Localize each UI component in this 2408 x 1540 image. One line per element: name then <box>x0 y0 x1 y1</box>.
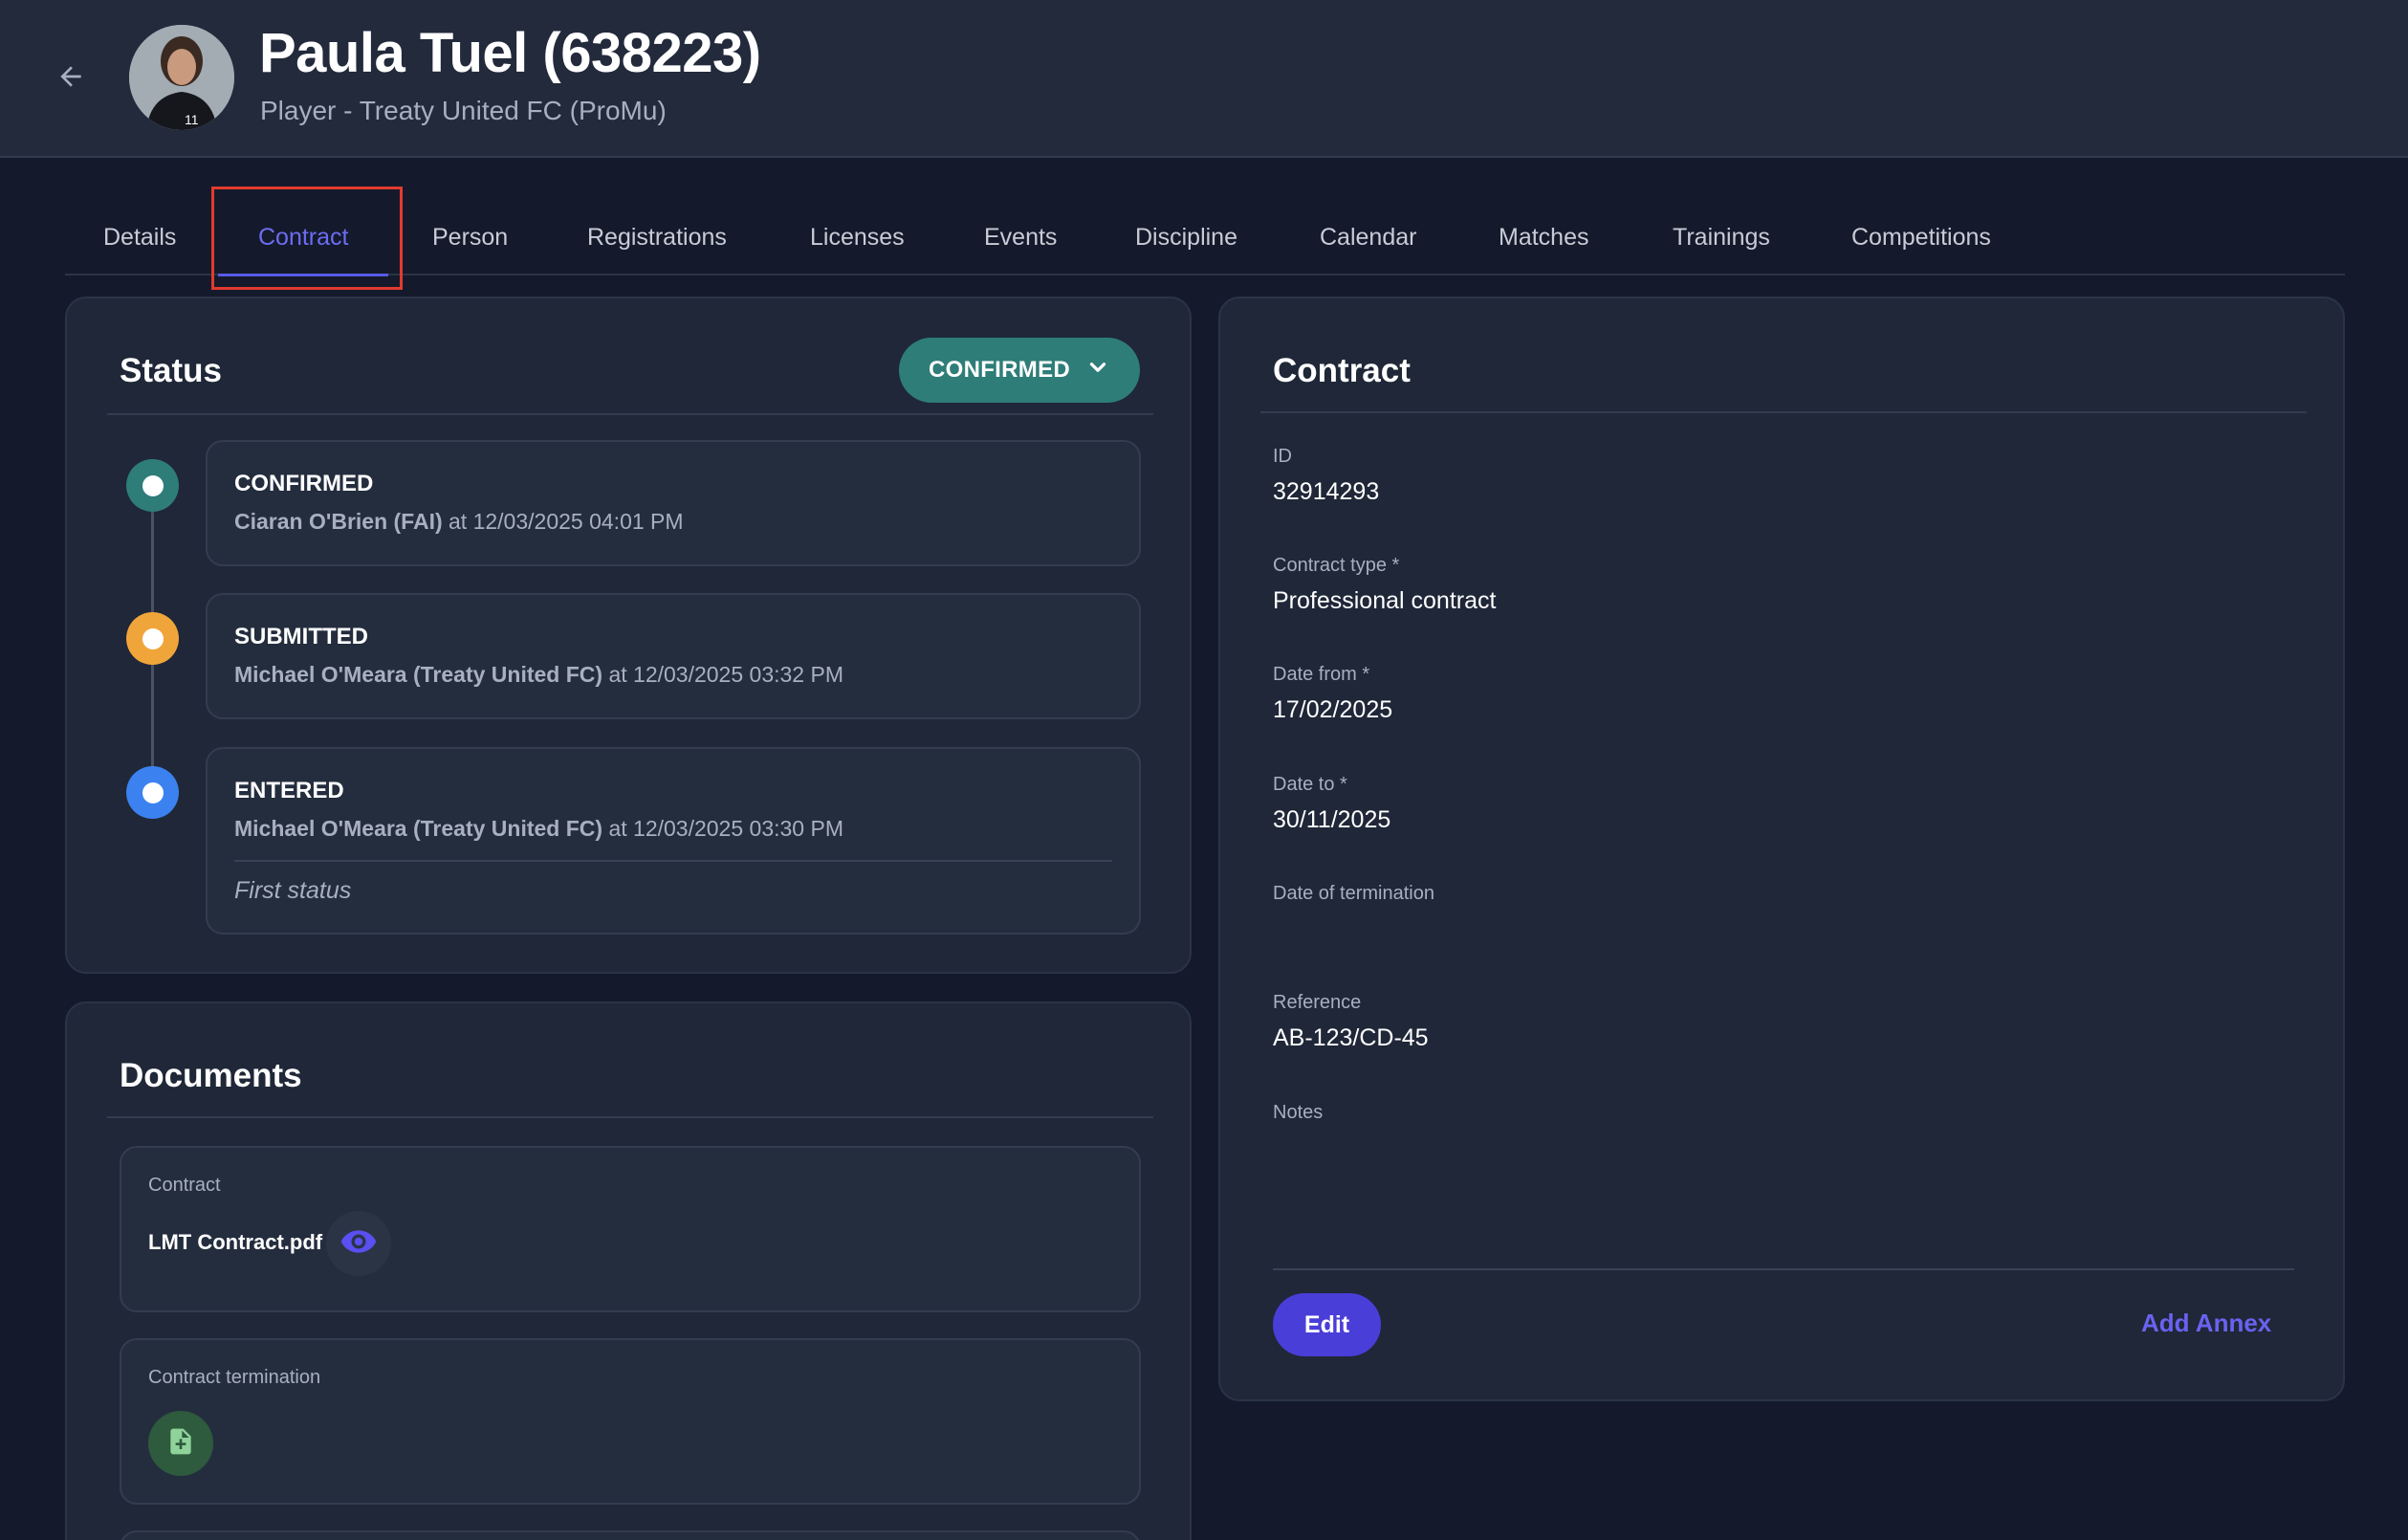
event-status: ENTERED <box>234 778 344 803</box>
field-id-value: 32914293 <box>1273 478 1380 505</box>
field-notes-label: Notes <box>1273 1102 1324 1123</box>
field-reference-label: Reference <box>1273 992 1362 1013</box>
field-date-from-value: 17/02/2025 <box>1273 696 1393 723</box>
field-date-from-label: Date from * <box>1273 664 1370 685</box>
tab-matches[interactable]: Matches <box>1499 189 1588 275</box>
event-meta: Michael O'Meara (Treaty United FC) at 12… <box>234 816 843 842</box>
field-date-to-value: 30/11/2025 <box>1273 806 1391 833</box>
tab-competitions[interactable]: Competitions <box>1851 189 1991 275</box>
tab-calendar[interactable]: Calendar <box>1320 189 1416 275</box>
event-author: Michael O'Meara (Treaty United FC) <box>234 662 603 687</box>
event-time: at 12/03/2025 03:32 PM <box>602 662 843 687</box>
tab-events[interactable]: Events <box>984 189 1057 275</box>
tab-contract[interactable]: Contract <box>217 189 390 276</box>
field-contract-type-label: Contract type * <box>1273 555 1400 576</box>
status-divider <box>107 413 1153 415</box>
event-divider <box>234 860 1112 862</box>
view-document-button[interactable] <box>326 1211 391 1276</box>
document-item-partial <box>120 1530 1141 1540</box>
event-time: at 12/03/2025 03:30 PM <box>602 816 843 841</box>
add-document-button[interactable] <box>148 1411 213 1476</box>
field-date-to-label: Date to * <box>1273 774 1347 795</box>
tab-details[interactable]: Details <box>103 189 176 275</box>
status-event: SUBMITTED Michael O'Meara (Treaty United… <box>206 593 1141 719</box>
svg-text:11: 11 <box>185 112 199 127</box>
contract-divider <box>1260 411 2307 413</box>
eye-icon <box>339 1222 378 1265</box>
event-status: SUBMITTED <box>234 624 368 649</box>
field-contract-type-value: Professional contract <box>1273 587 1497 614</box>
tab-bar: Details Contract Person Registrations Li… <box>65 189 2345 276</box>
page-header: 11 Paula Tuel (638223) Player - Treaty U… <box>0 0 2408 158</box>
contract-card-title: Contract <box>1273 352 1411 389</box>
status-card-title: Status <box>120 352 222 389</box>
document-item-contract: Contract LMT Contract.pdf <box>120 1146 1141 1312</box>
back-button[interactable] <box>48 55 94 101</box>
timeline-dot-entered <box>126 766 179 819</box>
document-label: Contract termination <box>148 1367 321 1388</box>
document-file-name[interactable]: LMT Contract.pdf <box>148 1230 322 1255</box>
page-subtitle: Player - Treaty United FC (ProMu) <box>260 96 667 125</box>
edit-button[interactable]: Edit <box>1273 1293 1381 1356</box>
file-add-icon <box>165 1426 196 1462</box>
status-event: CONFIRMED Ciaran O'Brien (FAI) at 12/03/… <box>206 440 1141 566</box>
actions-divider <box>1273 1268 2294 1270</box>
event-meta: Michael O'Meara (Treaty United FC) at 12… <box>234 662 843 688</box>
contract-card: Contract ID 32914293 Contract type * Pro… <box>1218 297 2345 1401</box>
field-reference-value: AB-123/CD-45 <box>1273 1024 1429 1051</box>
documents-card-title: Documents <box>120 1057 302 1094</box>
chevron-down-icon <box>1085 355 1110 386</box>
add-annex-button[interactable]: Add Annex <box>2141 1309 2271 1338</box>
documents-divider <box>107 1116 1153 1118</box>
document-label: Contract <box>148 1175 221 1196</box>
document-item-termination: Contract termination <box>120 1338 1141 1505</box>
event-note: First status <box>234 877 352 904</box>
page-title: Paula Tuel (638223) <box>259 22 761 84</box>
status-button-label: CONFIRMED <box>928 357 1071 383</box>
tab-person[interactable]: Person <box>432 189 508 275</box>
event-meta: Ciaran O'Brien (FAI) at 12/03/2025 04:01… <box>234 509 684 535</box>
event-author: Ciaran O'Brien (FAI) <box>234 509 443 534</box>
timeline-dot-confirmed <box>126 459 179 512</box>
documents-card: Documents Contract LMT Contract.pdf Cont… <box>65 1001 1192 1540</box>
event-status: CONFIRMED <box>234 471 374 496</box>
arrow-left-icon <box>55 61 86 97</box>
tab-registrations[interactable]: Registrations <box>587 189 727 275</box>
player-avatar: 11 <box>129 25 234 130</box>
tab-trainings[interactable]: Trainings <box>1673 189 1770 275</box>
event-time: at 12/03/2025 04:01 PM <box>442 509 684 534</box>
status-dropdown-button[interactable]: CONFIRMED <box>899 338 1140 403</box>
field-id-label: ID <box>1273 446 1292 467</box>
tab-discipline[interactable]: Discipline <box>1135 189 1237 275</box>
event-author: Michael O'Meara (Treaty United FC) <box>234 816 603 841</box>
timeline-dot-submitted <box>126 612 179 665</box>
status-card: Status CONFIRMED CONFIRMED Ciaran O'Brie… <box>65 297 1192 974</box>
tab-licenses[interactable]: Licenses <box>810 189 905 275</box>
status-event: ENTERED Michael O'Meara (Treaty United F… <box>206 747 1141 935</box>
field-termination-label: Date of termination <box>1273 883 1434 904</box>
